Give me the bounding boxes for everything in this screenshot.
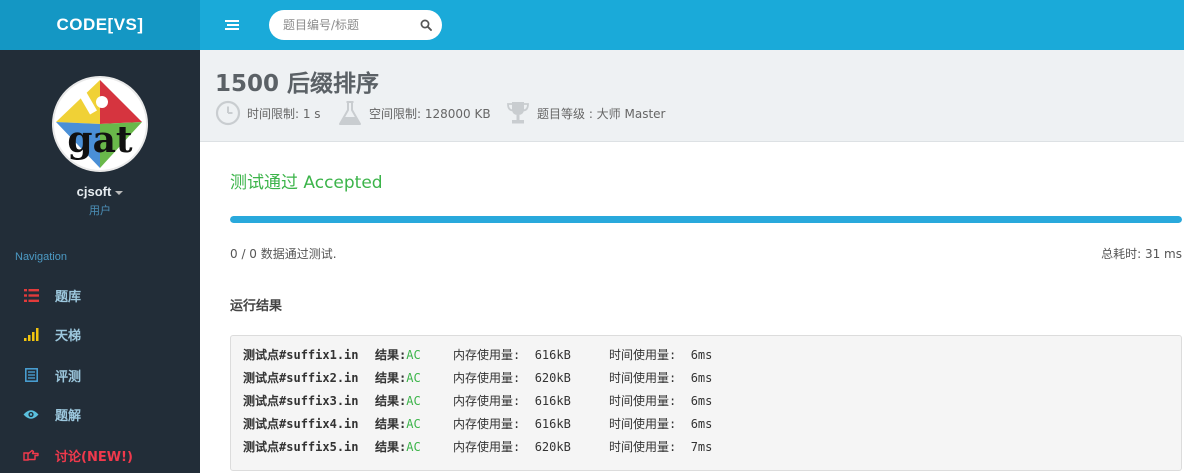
caret-down-icon bbox=[115, 190, 124, 195]
sidebar-item-label: 题库 bbox=[55, 289, 82, 305]
problem-level-text: 题目等级 : 大师 Master bbox=[537, 106, 666, 121]
table-row: 测试点#suffix3.in 结果:AC 内存使用量: 616kB 时间使用量: 6m… bbox=[243, 390, 1181, 413]
problem-header: 1500 后缀排序 时间限制: 1 s 空间限制: 128000 KB 题目等级… bbox=[200, 50, 1184, 142]
time-limit: 时间限制: 1 s bbox=[215, 100, 321, 126]
nav-heading: Navigation bbox=[15, 251, 67, 263]
gimp-logo-icon: gat bbox=[56, 80, 142, 168]
menu-bar-icon bbox=[225, 28, 239, 30]
sidebar-item-label: 评测 bbox=[55, 369, 82, 385]
sidebar-item-label: 天梯 bbox=[55, 328, 82, 344]
search-box bbox=[269, 10, 442, 40]
time-usage: 时间使用量: 6ms bbox=[609, 371, 713, 385]
eye-icon bbox=[23, 406, 39, 422]
memory-usage: 内存使用量: 616kB bbox=[453, 417, 571, 431]
table-row: 测试点#suffix2.in 结果:AC 内存使用量: 620kB 时间使用量: 6m… bbox=[243, 367, 1181, 390]
progress-bar-fill bbox=[230, 216, 1182, 223]
problem-level: 题目等级 : 大师 Master bbox=[505, 100, 665, 126]
user-role: 用户 bbox=[89, 204, 111, 217]
status-text: 测试通过 Accepted bbox=[230, 173, 383, 193]
menu-toggle-button[interactable] bbox=[220, 14, 244, 36]
sidebar-item-solutions[interactable]: 题解 bbox=[0, 396, 200, 432]
sidebar-item-label: 讨论(NEW!) bbox=[55, 449, 133, 465]
user-menu[interactable]: cjsoft bbox=[0, 184, 200, 199]
list-icon bbox=[23, 287, 39, 303]
page-title: 1500 后缀排序 bbox=[215, 71, 380, 97]
memory-usage: 内存使用量: 616kB bbox=[453, 394, 571, 408]
test-point: 测试点#suffix4.in bbox=[243, 417, 359, 431]
signal-bars-icon bbox=[23, 326, 39, 342]
judge-result-panel: 测试通过 Accepted 0 / 0 数据通过测试. 总耗时: 31 ms 运… bbox=[200, 143, 1184, 473]
time-usage: 时间使用量: 7ms bbox=[609, 440, 713, 454]
test-point: 测试点#suffix1.in bbox=[243, 348, 359, 362]
sidebar: gat cjsoft 用户 Navigation 题库 天梯 评测 题解 讨论(… bbox=[0, 50, 200, 473]
test-point: 测试点#suffix2.in bbox=[243, 371, 359, 385]
top-bar: CODE[VS] bbox=[0, 0, 1184, 50]
table-row: 测试点#suffix1.in 结果:AC 内存使用量: 616kB 时间使用量: 6m… bbox=[243, 344, 1181, 367]
results-box: 测试点#suffix1.in 结果:AC 内存使用量: 616kB 时间使用量: 6m… bbox=[230, 335, 1182, 471]
test-result: 结果:AC bbox=[375, 394, 421, 408]
test-result: 结果:AC bbox=[375, 417, 421, 431]
table-row: 测试点#suffix4.in 结果:AC 内存使用量: 616kB 时间使用量: 6m… bbox=[243, 413, 1181, 436]
test-result: 结果:AC bbox=[375, 371, 421, 385]
memory-usage: 内存使用量: 616kB bbox=[453, 348, 571, 362]
avatar[interactable]: gat bbox=[52, 76, 148, 172]
document-icon bbox=[23, 367, 39, 383]
progress-bar bbox=[230, 216, 1182, 223]
test-result: 结果:AC bbox=[375, 440, 421, 454]
time-limit-text: 时间限制: 1 s bbox=[247, 106, 321, 121]
sidebar-item-problems[interactable]: 题库 bbox=[0, 277, 200, 313]
sidebar-item-label: 题解 bbox=[55, 408, 82, 424]
search-input[interactable] bbox=[283, 10, 413, 40]
menu-bar-icon bbox=[225, 20, 239, 22]
time-usage: 时间使用量: 6ms bbox=[609, 394, 713, 408]
table-row: 测试点#suffix5.in 结果:AC 内存使用量: 620kB 时间使用量: 7m… bbox=[243, 436, 1181, 459]
brand-logo[interactable]: CODE[VS] bbox=[0, 0, 200, 50]
total-time: 总耗时: 31 ms bbox=[1101, 247, 1182, 261]
flask-icon bbox=[337, 100, 363, 126]
search-icon[interactable] bbox=[420, 19, 432, 31]
username: cjsoft bbox=[76, 184, 112, 199]
sidebar-item-ladder[interactable]: 天梯 bbox=[0, 316, 200, 352]
test-summary: 0 / 0 数据通过测试. bbox=[230, 247, 337, 261]
results-heading: 运行结果 bbox=[230, 299, 283, 314]
test-result: 结果:AC bbox=[375, 348, 421, 362]
sidebar-item-judge[interactable]: 评测 bbox=[0, 357, 200, 393]
memory-usage: 内存使用量: 620kB bbox=[453, 371, 571, 385]
sidebar-item-discuss[interactable]: 讨论(NEW!) bbox=[0, 437, 200, 473]
memory-limit: 空间限制: 128000 KB bbox=[337, 100, 491, 126]
clock-icon bbox=[215, 100, 241, 126]
menu-bar-icon bbox=[227, 24, 239, 26]
time-usage: 时间使用量: 6ms bbox=[609, 417, 713, 431]
trophy-icon bbox=[505, 100, 531, 126]
hand-pointer-icon bbox=[23, 447, 39, 463]
memory-limit-text: 空间限制: 128000 KB bbox=[369, 106, 491, 121]
test-point: 测试点#suffix5.in bbox=[243, 440, 359, 454]
memory-usage: 内存使用量: 620kB bbox=[453, 440, 571, 454]
test-point: 测试点#suffix3.in bbox=[243, 394, 359, 408]
svg-text:gat: gat bbox=[67, 119, 132, 161]
time-usage: 时间使用量: 6ms bbox=[609, 348, 713, 362]
